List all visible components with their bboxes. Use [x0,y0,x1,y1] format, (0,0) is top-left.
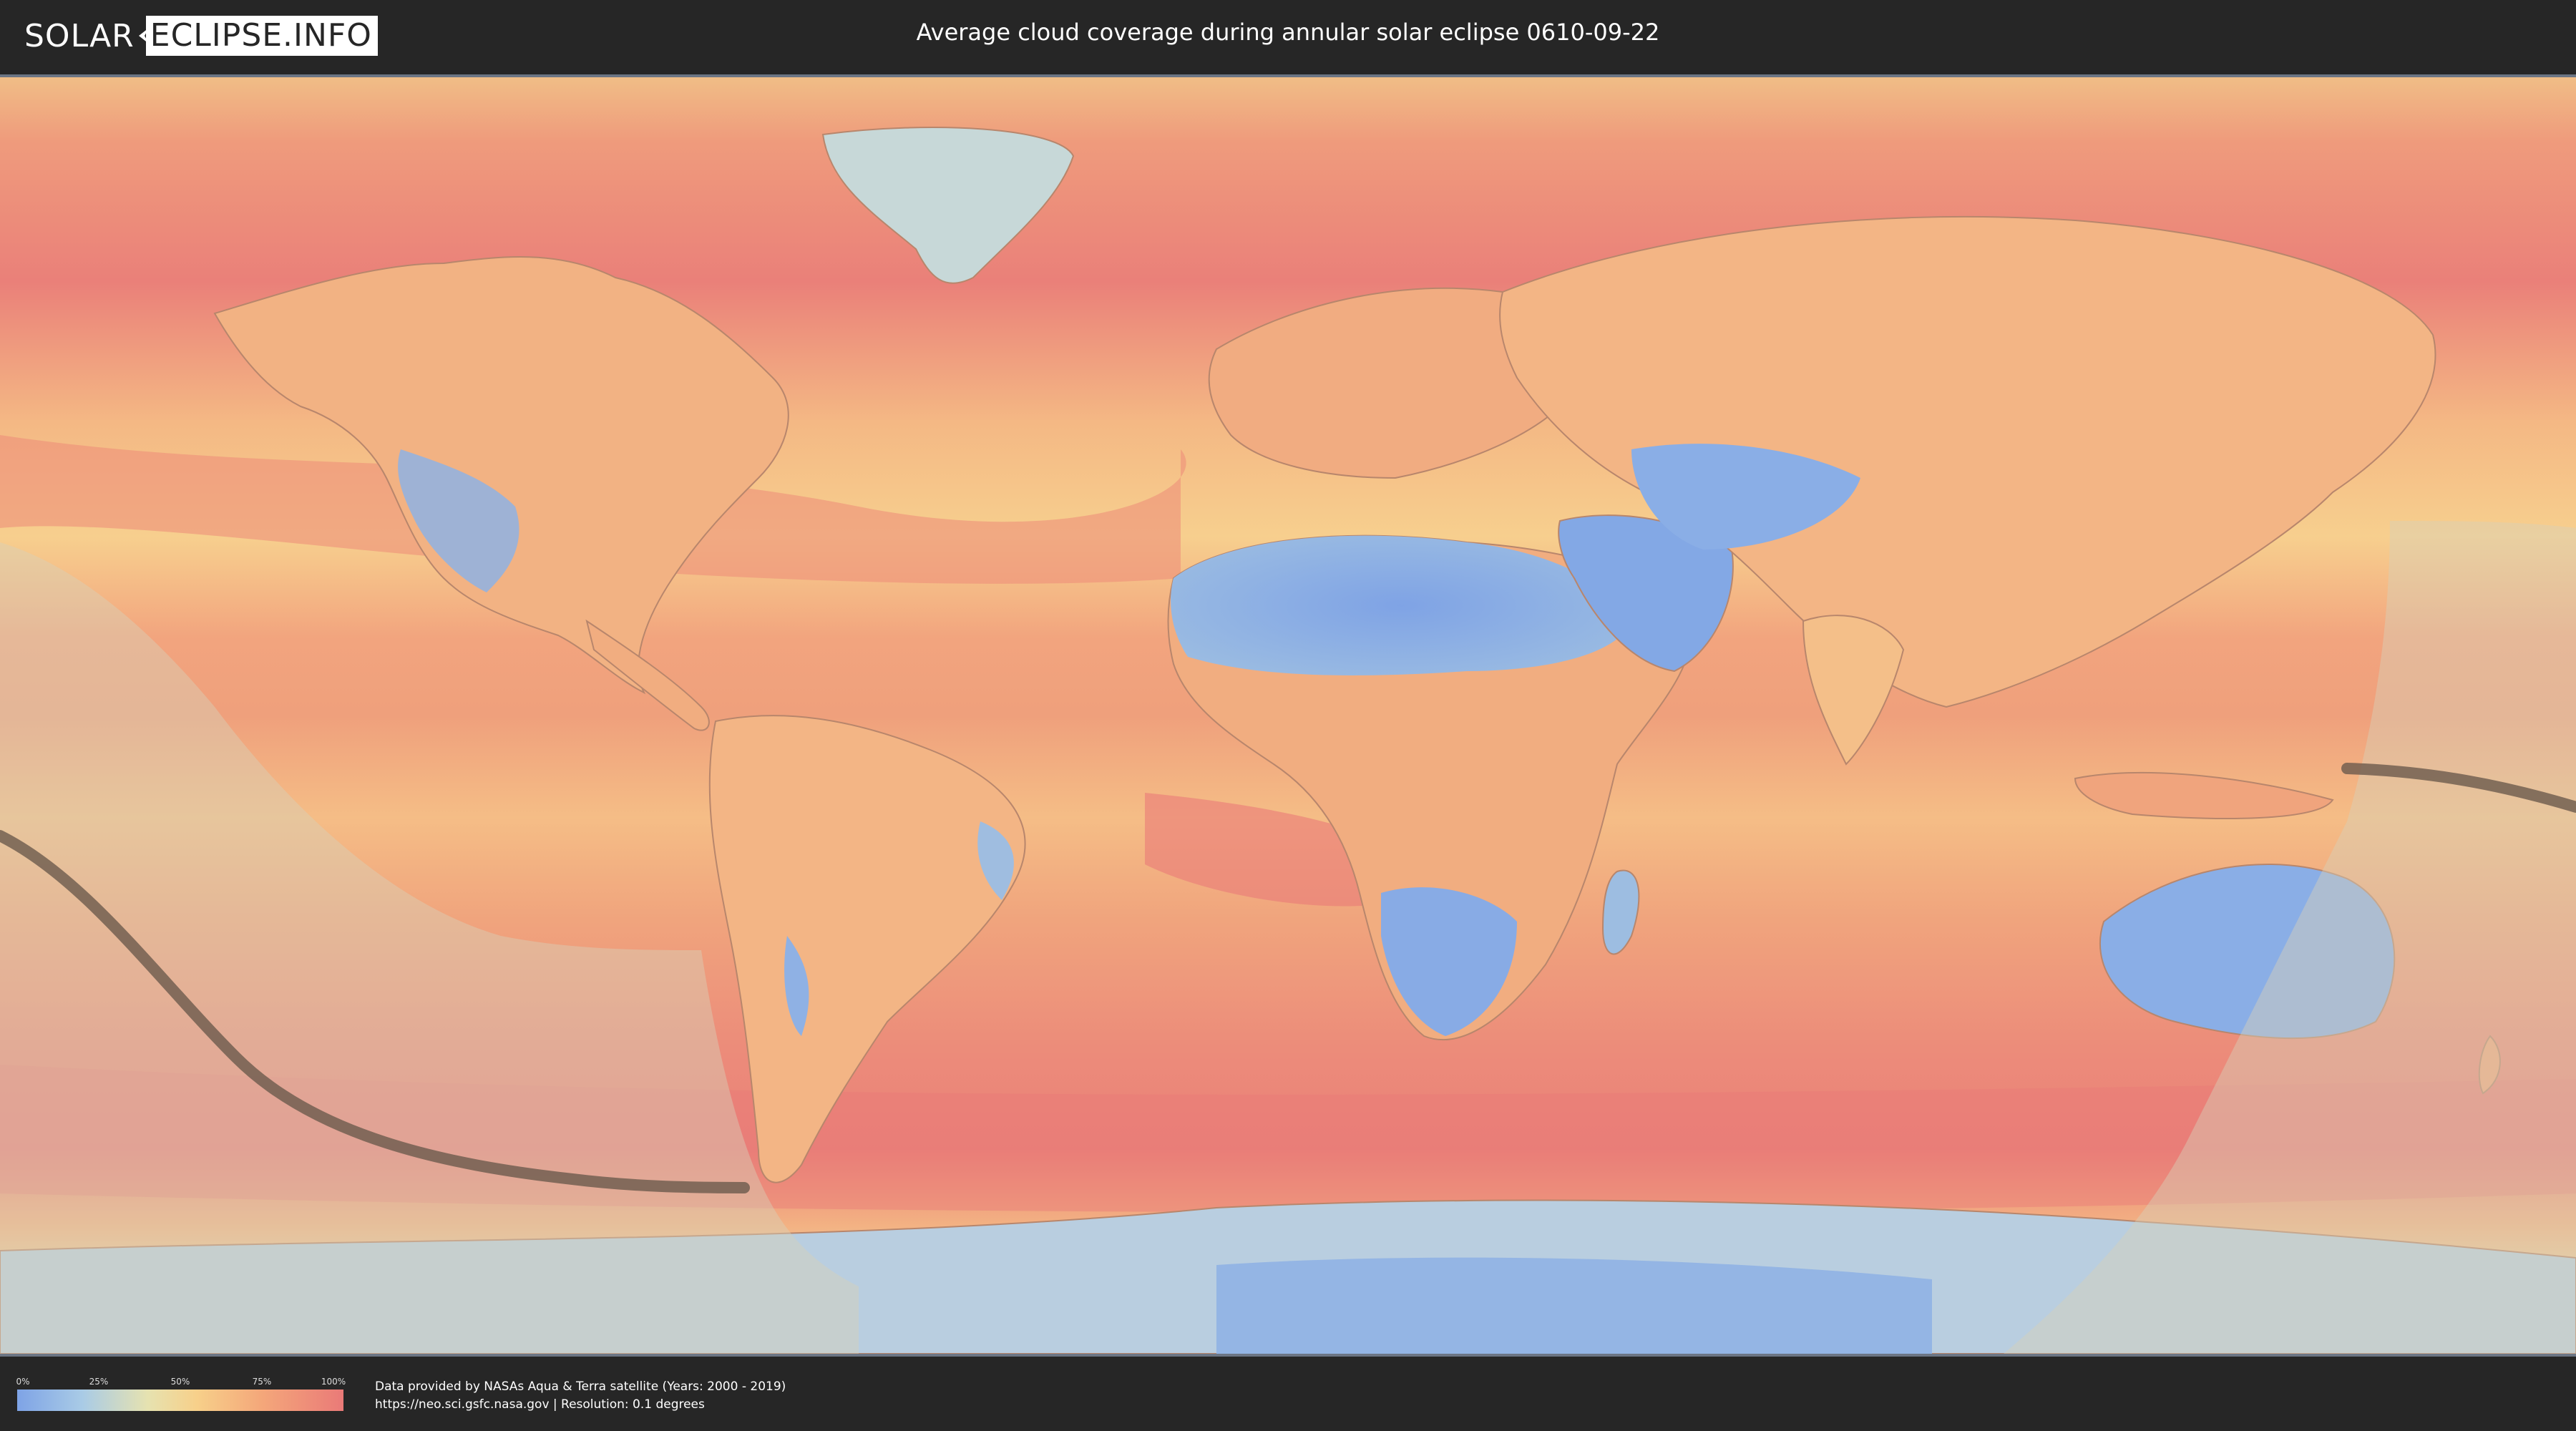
legend-color-bar [17,1390,343,1411]
legend-tick-25: 25% [89,1377,109,1387]
legend-tick-50: 50% [170,1377,190,1387]
credits-line-source: Data provided by NASAs Aqua & Terra sate… [375,1379,786,1394]
clear-sky-antarctica [1216,1257,1932,1354]
legend-tick-0: 0% [16,1377,30,1387]
legend-tick-100: 100% [321,1377,346,1387]
data-credits: Data provided by NASAs Aqua & Terra sate… [375,1378,786,1414]
legend-tick-75: 75% [252,1377,272,1387]
cloud-coverage-map[interactable] [0,74,2576,1357]
cloud-coverage-legend: 0% 25% 50% 75% 100% [16,1377,346,1411]
header-bar: SOLAR ECLIPSE.INFO Average cloud coverag… [0,0,2576,72]
world-map-svg [0,77,2576,1354]
footer-bar: 0% 25% 50% 75% 100% Data provided by NAS… [0,1357,2576,1431]
credits-line-url[interactable]: https://neo.sci.gsfc.nasa.gov | Resoluti… [375,1396,786,1414]
page-title: Average cloud coverage during annular so… [916,19,1660,46]
legend-ticks: 0% 25% 50% 75% 100% [16,1377,346,1390]
